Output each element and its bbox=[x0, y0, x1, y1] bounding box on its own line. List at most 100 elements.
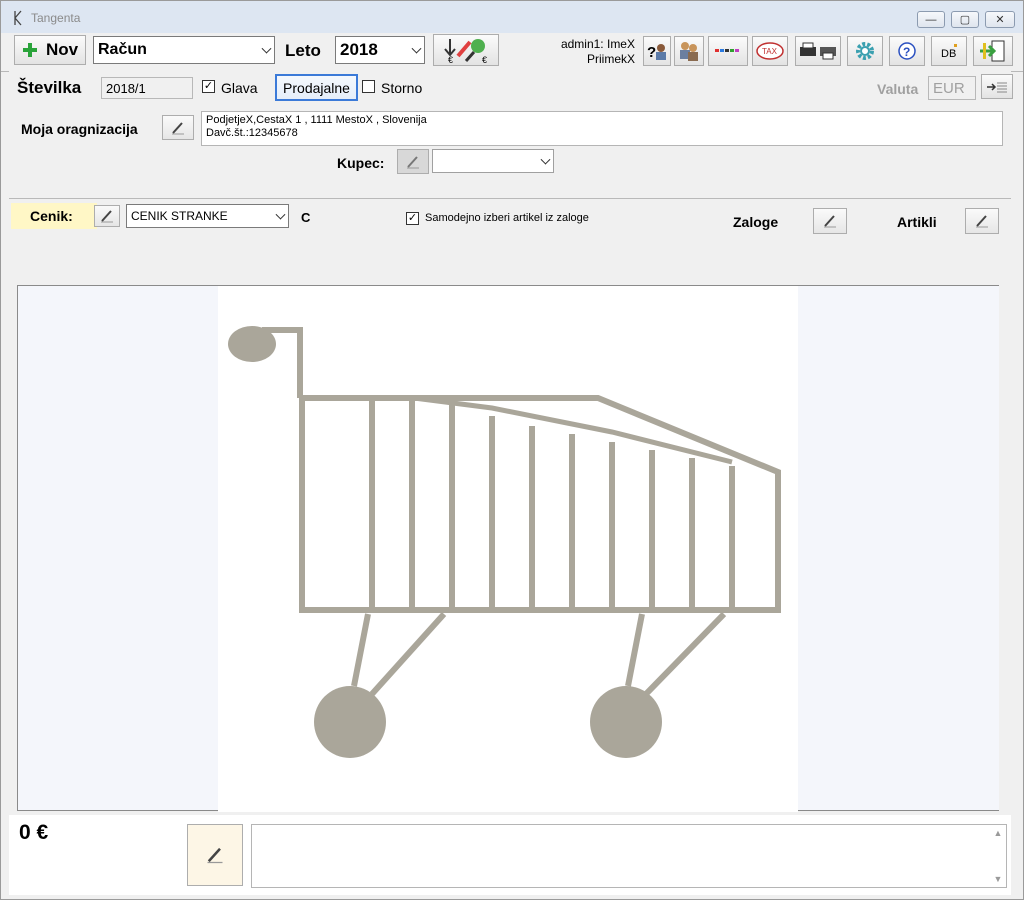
app-logo-icon bbox=[14, 10, 22, 26]
org-info-box: PodjetjeX,CestaX 1 , 1111 MestoX , Slove… bbox=[201, 111, 1003, 146]
note-textarea[interactable]: ▲ ▼ bbox=[251, 824, 1007, 888]
document-header-panel: Številka 2018/1 ✓ Glava Prodajalne Storn… bbox=[9, 71, 1013, 199]
help-button[interactable]: ? bbox=[889, 36, 925, 66]
pencil-icon bbox=[172, 121, 184, 134]
settings-button[interactable] bbox=[847, 36, 883, 66]
new-button-label: Nov bbox=[45, 40, 79, 59]
minimize-button[interactable]: — bbox=[917, 11, 945, 28]
pencil-icon bbox=[407, 155, 419, 168]
title-bar: Tangenta — ▢ ✕ bbox=[1, 1, 1023, 33]
svg-text:€: € bbox=[448, 55, 453, 64]
chevron-down-icon bbox=[411, 43, 422, 54]
checkmark-icon: ✓ bbox=[203, 80, 214, 92]
user-help-button[interactable]: ? bbox=[643, 36, 671, 66]
items-area[interactable] bbox=[17, 285, 999, 812]
pencil-icon bbox=[824, 215, 836, 228]
kupec-label: Kupec: bbox=[337, 155, 385, 171]
help-user-icon: ? bbox=[647, 44, 666, 61]
edit-note-button[interactable] bbox=[187, 824, 243, 886]
org-tax-number: Davč.št.:12345678 bbox=[206, 127, 298, 139]
user-name-line1: admin1: ImeX bbox=[560, 37, 635, 51]
svg-text:?: ? bbox=[903, 45, 910, 59]
maximize-button[interactable]: ▢ bbox=[951, 11, 979, 28]
auto-select-checkbox[interactable]: ✓ bbox=[406, 212, 419, 225]
number-label: Številka bbox=[17, 78, 82, 97]
users-icon bbox=[680, 42, 698, 61]
database-icon: DB bbox=[941, 44, 957, 60]
cenik-select[interactable]: CENIK STRANKE bbox=[126, 204, 289, 228]
total-amount: 0 € bbox=[19, 821, 49, 844]
barcode-icon bbox=[715, 49, 739, 52]
zaloge-button[interactable] bbox=[813, 208, 847, 234]
chevron-down-icon bbox=[275, 209, 286, 220]
doc-type-select[interactable]: Račun bbox=[93, 36, 275, 64]
valuta-field[interactable]: EUR bbox=[928, 76, 976, 100]
svg-text:?: ? bbox=[647, 44, 656, 61]
maximize-icon: ▢ bbox=[959, 14, 971, 26]
scroll-down-icon[interactable]: ▼ bbox=[991, 872, 1005, 886]
svg-text:DB: DB bbox=[941, 48, 956, 60]
artikli-button[interactable] bbox=[965, 208, 999, 234]
help-icon: ? bbox=[898, 42, 916, 60]
kupec-select[interactable] bbox=[432, 149, 554, 173]
year-select[interactable]: 2018 bbox=[335, 36, 425, 64]
minimize-icon: — bbox=[925, 13, 937, 26]
number-field[interactable]: 2018/1 bbox=[101, 77, 193, 99]
new-button[interactable]: Nov bbox=[14, 35, 86, 65]
window-title: Tangenta bbox=[31, 11, 81, 25]
pencil-icon bbox=[207, 847, 223, 864]
pricelist-panel: Cenik: CENIK STRANKE C ✓ Samodejno izber… bbox=[9, 203, 1011, 283]
user-name-line2: PriimekX bbox=[586, 52, 635, 66]
org-address: PodjetjeX,CestaX 1 , 1111 MestoX , Slove… bbox=[206, 114, 427, 126]
glava-label: Glava bbox=[221, 80, 258, 96]
scroll-up-icon[interactable]: ▲ bbox=[991, 826, 1005, 840]
currency-select-button[interactable] bbox=[981, 74, 1013, 99]
footer-panel: 0 € ▲ ▼ bbox=[9, 815, 1011, 895]
print-button[interactable] bbox=[795, 36, 841, 66]
edit-cenik-button[interactable] bbox=[94, 205, 120, 227]
printer-icon bbox=[800, 42, 836, 60]
auto-select-label: Samodejno izberi artikel iz zaloge bbox=[425, 212, 589, 224]
edit-kupec-button[interactable] bbox=[397, 149, 429, 174]
storno-label: Storno bbox=[381, 80, 423, 96]
tax-icon: TAX bbox=[756, 42, 784, 60]
valuta-label: Valuta bbox=[877, 81, 919, 97]
pencil-icon bbox=[976, 215, 988, 228]
exit-icon bbox=[980, 40, 1005, 62]
main-window: Tangenta — ▢ ✕ Nov Račun Leto 2018 € € a… bbox=[0, 0, 1024, 900]
toolbar: Nov Račun Leto 2018 € € admin1: ImeX Pri… bbox=[1, 33, 1023, 71]
shopping-cart-icon bbox=[228, 326, 781, 758]
empty-cart-area bbox=[218, 286, 798, 812]
glava-checkbox[interactable]: ✓ bbox=[202, 80, 215, 93]
tax-button[interactable]: TAX bbox=[752, 36, 788, 66]
artikli-label: Artikli bbox=[897, 214, 937, 230]
prodajalne-label: Prodajalne bbox=[283, 79, 350, 96]
svg-text:€: € bbox=[482, 55, 487, 64]
currency-exchange-button[interactable]: € € bbox=[433, 34, 499, 66]
close-button[interactable]: ✕ bbox=[985, 11, 1015, 28]
org-label: Moja oragnizacija bbox=[21, 121, 138, 137]
database-button[interactable]: DB bbox=[931, 36, 967, 66]
exit-button[interactable] bbox=[973, 36, 1013, 66]
chevron-down-icon bbox=[261, 43, 272, 54]
cenik-value: CENIK STRANKE bbox=[131, 209, 228, 223]
close-icon: ✕ bbox=[995, 14, 1005, 26]
prodajalne-button[interactable]: Prodajalne bbox=[275, 74, 358, 101]
svg-text:TAX: TAX bbox=[762, 47, 778, 56]
edit-org-button[interactable] bbox=[162, 115, 194, 140]
users-button[interactable] bbox=[674, 36, 704, 66]
number-value: 2018/1 bbox=[106, 80, 146, 96]
cenik-code: C bbox=[301, 210, 311, 225]
barcode-button[interactable] bbox=[708, 36, 748, 66]
valuta-value: EUR bbox=[933, 79, 965, 97]
currency-exchange-icon: € € bbox=[444, 39, 487, 64]
pencil-icon bbox=[101, 210, 113, 223]
chevron-down-icon bbox=[540, 154, 551, 165]
checkmark-icon: ✓ bbox=[407, 212, 418, 224]
year-value: 2018 bbox=[340, 40, 378, 59]
plus-icon bbox=[22, 43, 37, 57]
storno-checkbox[interactable] bbox=[362, 80, 375, 93]
doc-type-value: Račun bbox=[98, 41, 147, 58]
year-label: Leto bbox=[285, 41, 321, 60]
arrow-list-icon bbox=[987, 82, 1007, 92]
